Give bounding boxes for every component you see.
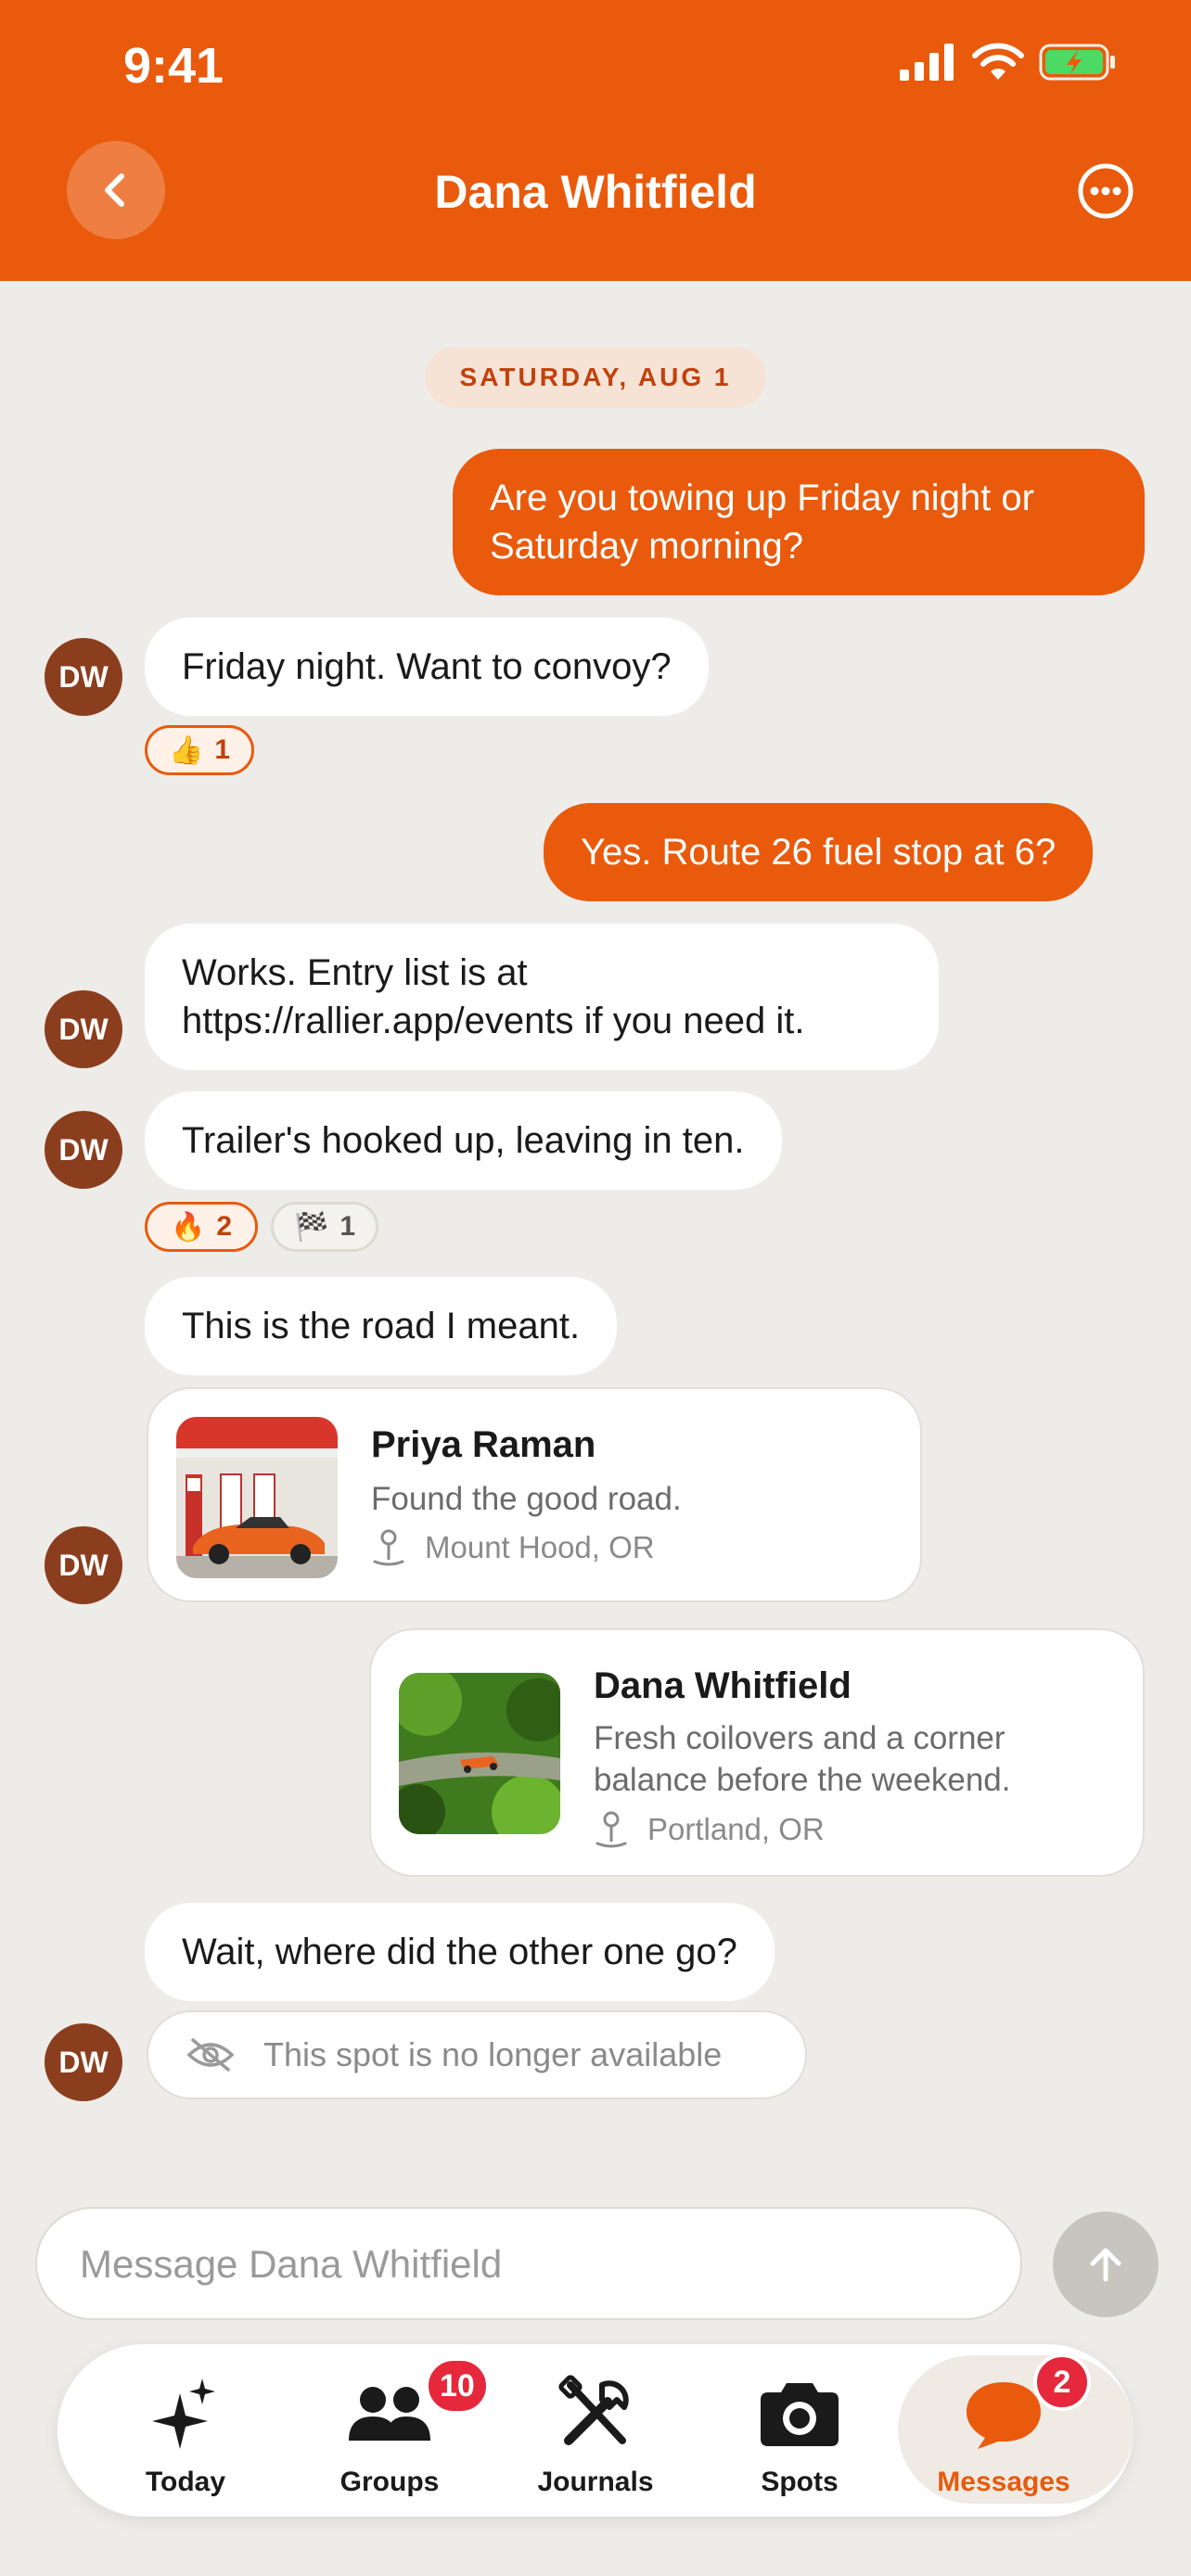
more-icon [1078,163,1133,219]
send-button[interactable] [1053,2212,1159,2317]
avatar[interactable]: DW [45,1526,122,1604]
incoming-message[interactable]: This is the road I meant. [145,1277,618,1375]
incoming-message[interactable]: Wait, where did the other one go? [145,1903,775,2001]
reaction-count: 1 [339,1211,356,1242]
camera-icon [761,2383,839,2446]
spot-location: Portland, OR [594,1810,825,1849]
spot-location-text: Mount Hood, OR [425,1530,655,1564]
reaction-chip[interactable]: 🏁 1 [271,1202,378,1252]
date-separator: SATURDAY, AUG 1 [425,347,766,408]
tab-spots[interactable]: Spots [698,2344,902,2517]
unavailable-text: This spot is no longer available [263,2035,723,2073]
reaction-chip[interactable]: 👍 1 [145,725,254,775]
outgoing-message[interactable]: Are you towing up Friday night or Saturd… [453,449,1145,595]
status-time: 9:41 [123,38,224,94]
spot-description: Fresh coilovers and a corner balance bef… [594,1720,1011,1798]
unavailable-spot-notice: This spot is no longer available [147,2010,807,2099]
reaction-chip[interactable]: 🔥 2 [145,1202,258,1252]
people-icon [349,2387,430,2441]
groups-badge: 10 [425,2357,490,2415]
signal-icon [900,44,954,81]
reaction-emoji: 🔥 [170,1211,206,1243]
location-pin-icon [596,1811,627,1848]
tab-label: Journals [537,2467,654,2497]
message-input[interactable] [78,2209,991,2320]
conversation-title: Dana Whitfield [434,166,757,218]
avatar[interactable]: DW [45,2023,122,2101]
header: 9:41 Dana Whitfield [0,0,1191,281]
tab-label: Spots [761,2467,839,2497]
tab-groups[interactable]: 10 Groups [288,2344,492,2517]
tab-messages[interactable]: 2 Messages [898,2344,1133,2517]
spot-description: Found the good road. [371,1481,682,1517]
sparkle-icon [152,2378,215,2449]
tools-icon [558,2375,629,2445]
spot-location-text: Portland, OR [647,1812,825,1846]
avatar[interactable]: DW [45,638,122,716]
tab-bar: Today 10 Groups Journals Spots 2 Message… [58,2344,1133,2517]
messages-badge: 2 [1033,2353,1091,2411]
eye-slash-icon [186,2038,235,2072]
wifi-icon [972,43,1024,80]
spot-author: Dana Whitfield [594,1665,852,1706]
road-car-image [399,1673,560,1834]
tab-today[interactable]: Today [83,2344,288,2517]
incoming-message[interactable]: Friday night. Want to convoy? [145,618,709,716]
battery-icon [1039,44,1115,81]
tab-journals[interactable]: Journals [493,2344,698,2517]
tab-label: Today [145,2467,226,2497]
gas-station-car-image [176,1417,338,1578]
avatar[interactable]: DW [45,990,122,1068]
outgoing-message[interactable]: Yes. Route 26 fuel stop at 6? [544,803,1094,901]
spot-card[interactable]: Priya Raman Found the good road. Mount H… [147,1387,922,1602]
spot-thumbnail [399,1673,560,1834]
spot-location: Mount Hood, OR [371,1528,655,1567]
incoming-message[interactable]: Trailer's hooked up, leaving in ten. [145,1091,782,1190]
spot-author: Priya Raman [371,1424,596,1465]
tab-label: Groups [339,2467,440,2497]
incoming-message[interactable]: Works. Entry list is at https://rallier.… [145,924,939,1070]
tab-label: Messages [937,2467,1070,2497]
spot-thumbnail [176,1417,338,1578]
location-pin-icon [373,1529,404,1566]
reaction-emoji: 🏁 [293,1211,329,1243]
avatar[interactable]: DW [45,1111,122,1189]
message-composer [35,2207,1022,2320]
more-options-button[interactable] [1074,159,1137,223]
arrow-up-icon [1090,2248,1121,2282]
spot-card[interactable]: Dana Whitfield Fresh coilovers and a cor… [369,1628,1145,1877]
reaction-count: 1 [214,734,231,765]
reaction-emoji: 👍 [168,734,204,766]
reaction-count: 2 [216,1211,233,1242]
status-icons [900,43,1117,82]
